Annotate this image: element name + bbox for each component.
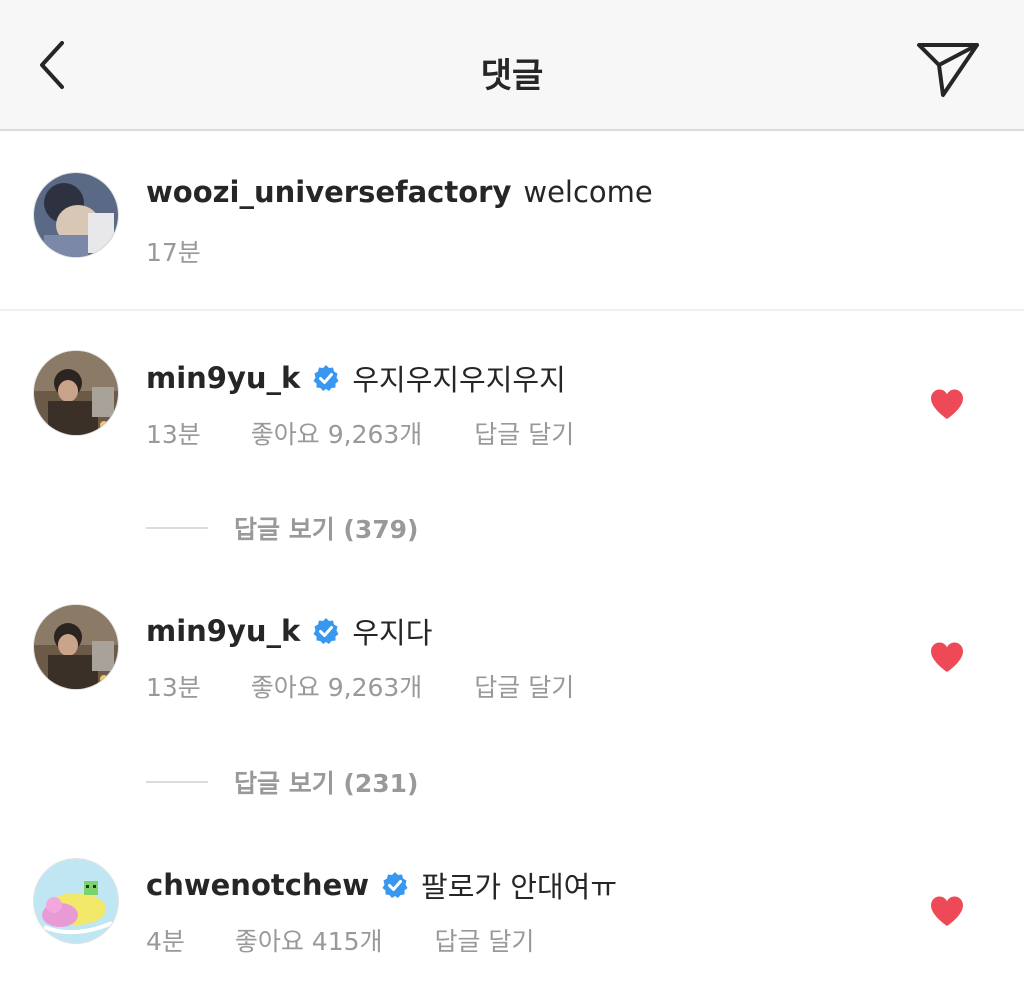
avatar[interactable] bbox=[33, 350, 119, 436]
likes-count[interactable]: 좋아요 415개 bbox=[235, 922, 383, 958]
comment-text: 우지다 bbox=[352, 616, 433, 650]
paper-plane-icon bbox=[917, 43, 979, 97]
avatar[interactable] bbox=[33, 604, 119, 690]
timestamp: 13분 bbox=[146, 673, 201, 702]
comment-text: 우지우지우지우지 bbox=[352, 363, 566, 397]
username-link[interactable]: woozi_universefactory bbox=[146, 175, 511, 209]
divider-line bbox=[146, 527, 208, 529]
timestamp: 13분 bbox=[146, 420, 201, 449]
username-link[interactable]: min9yu_k bbox=[146, 361, 300, 395]
username-link[interactable]: chwenotchew bbox=[146, 868, 369, 902]
verified-badge-icon bbox=[382, 872, 408, 898]
comment-line: min9yu_k 우지다 bbox=[146, 610, 432, 652]
view-replies-label: 답글 보기 (231) bbox=[234, 769, 419, 798]
share-button[interactable] bbox=[908, 34, 988, 104]
view-replies-button[interactable]: 답글 보기 (379) bbox=[146, 510, 418, 546]
avatar[interactable] bbox=[33, 172, 119, 258]
post-caption: woozi_universefactory welcome 17분 bbox=[0, 131, 1024, 311]
comments-screen: 댓글 woozi_universefactory welcome 17분 min… bbox=[0, 0, 1024, 989]
page-title: 댓글 bbox=[480, 56, 544, 96]
reply-button[interactable]: 답글 달기 bbox=[434, 922, 534, 958]
likes-count[interactable]: 좋아요 9,263개 bbox=[251, 668, 423, 704]
timestamp: 17분 bbox=[146, 238, 201, 267]
timestamp: 4분 bbox=[146, 927, 185, 956]
heart-icon[interactable] bbox=[929, 388, 965, 420]
comment-meta: 13분 좋아요 9,263개 답글 달기 bbox=[146, 415, 574, 451]
heart-icon[interactable] bbox=[929, 641, 965, 673]
view-replies-button[interactable]: 답글 보기 (231) bbox=[146, 764, 418, 800]
comment-meta: 13분 좋아요 9,263개 답글 달기 bbox=[146, 668, 574, 704]
username-link[interactable]: min9yu_k bbox=[146, 614, 300, 648]
caption-meta: 17분 bbox=[146, 233, 201, 269]
comment-line: chwenotchew 팔로가 안대여ㅠ bbox=[146, 864, 617, 906]
view-replies-label: 답글 보기 (379) bbox=[234, 515, 419, 544]
reply-button[interactable]: 답글 달기 bbox=[474, 668, 574, 704]
reply-button[interactable]: 답글 달기 bbox=[474, 415, 574, 451]
verified-badge-icon bbox=[313, 365, 339, 391]
header-bar: 댓글 bbox=[0, 0, 1024, 131]
caption-line: woozi_universefactory welcome bbox=[146, 175, 653, 209]
caption-text: welcome bbox=[523, 175, 653, 209]
comment-meta: 4분 좋아요 415개 답글 달기 bbox=[146, 922, 534, 958]
verified-badge-icon bbox=[313, 618, 339, 644]
heart-icon[interactable] bbox=[929, 895, 965, 927]
comment-text: 팔로가 안대여ㅠ bbox=[421, 870, 618, 904]
comment-line: min9yu_k 우지우지우지우지 bbox=[146, 357, 566, 399]
avatar[interactable] bbox=[33, 858, 119, 944]
likes-count[interactable]: 좋아요 9,263개 bbox=[251, 415, 423, 451]
divider-line bbox=[146, 781, 208, 783]
